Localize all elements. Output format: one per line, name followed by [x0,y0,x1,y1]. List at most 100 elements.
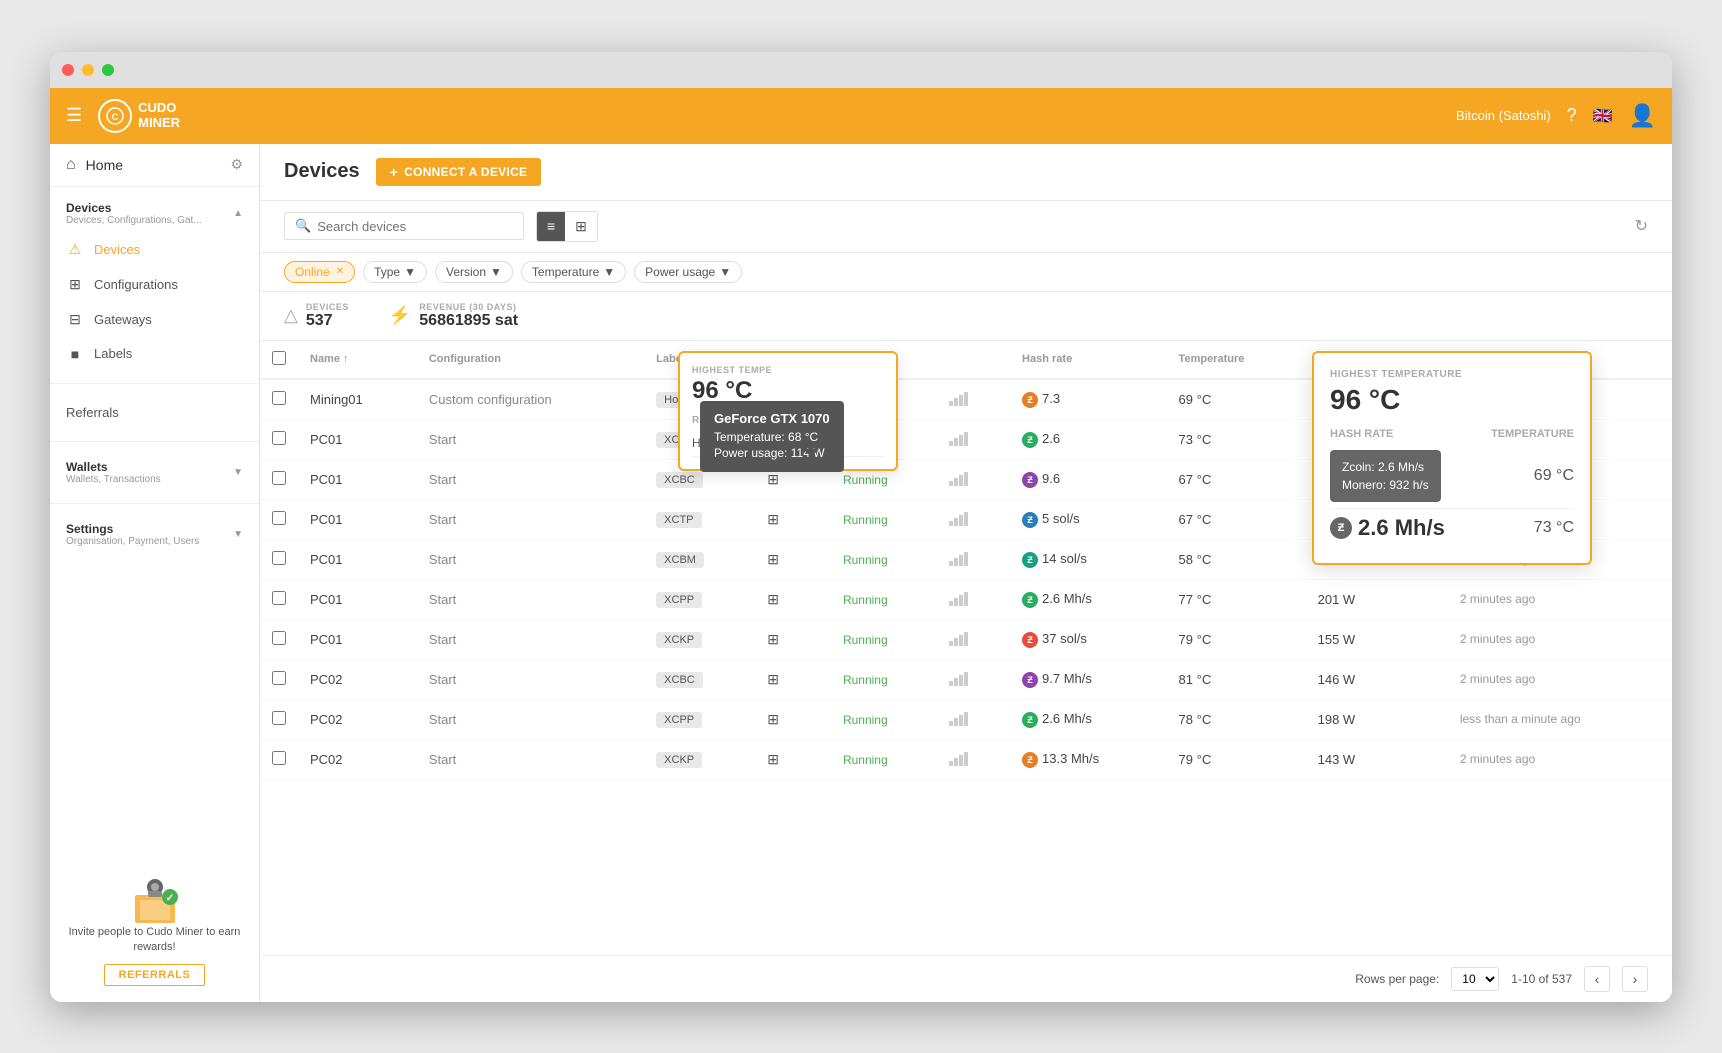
header-temp: Temperature [1167,341,1306,379]
cell-bars [937,499,1010,539]
filter-version[interactable]: Version ▼ [435,261,513,283]
cell-name: PC02 [298,699,417,739]
close-button[interactable] [62,64,74,76]
rows-per-page-label: Rows per page: [1355,972,1439,986]
page-title: Devices [284,160,360,183]
devices-stat-icon: △ [284,305,298,326]
content-area: Devices + CONNECT A DEVICE 🔍 ≡ ⊞ [260,144,1672,1002]
sidebar-item-labels[interactable]: ■ Labels [50,337,259,371]
popup-row2-hash: Ƶ 2.6 Mh/s [1330,515,1445,541]
section-subtitle-devices: Devices, Configurations, Gat... [66,215,202,226]
configurations-label: Configurations [94,277,178,292]
left-popup-col: RE [692,415,884,426]
collapse-icon[interactable]: ▲ [233,208,243,219]
toolbar: 🔍 ≡ ⊞ ↻ [260,201,1672,253]
wallets-collapse[interactable]: ▼ [233,467,243,478]
filter-type[interactable]: Type ▼ [363,261,427,283]
settings-icon[interactable]: ⚙ [230,156,243,173]
cell-name: PC01 [298,579,417,619]
select-all-checkbox[interactable] [272,351,286,365]
table-row[interactable]: PC02 Start XCBC ⊞ Running Ƶ9.7 Mh/s 81 °… [260,659,1672,699]
cell-bars [937,579,1010,619]
cell-config: Start [417,739,644,779]
filter-power[interactable]: Power usage ▼ [634,261,742,283]
sidebar-item-configurations[interactable]: ⊞ Configurations [50,267,259,302]
cell-lastseen: 2 minutes ago [1448,619,1672,659]
search-icon: 🔍 [295,218,311,234]
row-checkbox[interactable] [272,591,286,605]
row-checkbox[interactable] [272,431,286,445]
cell-power: 146 W [1306,659,1448,699]
help-icon[interactable]: ? [1567,105,1577,126]
user-icon[interactable]: 👤 [1629,103,1656,129]
cell-status: Running [831,659,937,699]
referrals-button[interactable]: REFERRALS [104,964,206,986]
row-checkbox[interactable] [272,751,286,765]
flag-icon[interactable]: 🇬🇧 [1593,106,1613,126]
filter-temperature[interactable]: Temperature ▼ [521,261,626,283]
type-filter-arrow: ▼ [404,265,416,279]
refresh-button[interactable]: ↻ [1635,216,1648,236]
connect-device-button[interactable]: + CONNECT A DEVICE [376,158,542,186]
main-layout: ⌂ Home ⚙ Devices Devices, Configurations… [50,144,1672,1002]
row-checkbox[interactable] [272,511,286,525]
logo-icon: C [98,99,132,133]
os-icon: ⊞ [767,511,779,527]
plus-icon: + [390,164,398,180]
sidebar-item-devices[interactable]: ⚠ Devices [50,232,259,267]
search-input[interactable] [317,219,513,234]
online-filter-close[interactable]: ✕ [336,266,344,277]
cell-label: XCKP [644,739,755,779]
row-checkbox[interactable] [272,671,286,685]
row-checkbox[interactable] [272,471,286,485]
cell-type: ⊞ [755,499,831,539]
os-icon: ⊞ [767,631,779,647]
version-filter-label: Version [446,265,486,279]
row-checkbox[interactable] [272,551,286,565]
app-body: ☰ C CUDOMINER Bitcoin (Satoshi) ? 🇬🇧 👤 [50,88,1672,1002]
cell-config: Start [417,699,644,739]
sidebar-home-item[interactable]: ⌂ Home ⚙ [50,144,259,187]
row-checkbox[interactable] [272,711,286,725]
popup-row2-hash-val: 2.6 Mh/s [1358,515,1445,541]
popup-row1: Zcoin: 2.6 Mh/s Monero: 932 h/s 69 °C [1330,444,1574,509]
cell-config: Start [417,539,644,579]
table-row[interactable]: PC02 Start XCKP ⊞ Running Ƶ13.3 Mh/s 79 … [260,739,1672,779]
rows-per-page-select[interactable]: 10 20 50 [1451,967,1499,991]
list-view-button[interactable]: ≡ [537,212,565,241]
cell-hash: Ƶ2.6 [1010,419,1167,459]
labels-label: Labels [94,346,132,361]
temp-filter-label: Temperature [532,265,599,279]
row-checkbox[interactable] [272,391,286,405]
next-page-button[interactable]: › [1622,966,1648,992]
cell-name: PC02 [298,739,417,779]
os-icon: ⊞ [767,751,779,767]
cell-temp: 67 °C [1167,499,1306,539]
settings-collapse[interactable]: ▼ [233,529,243,540]
os-icon: ⊞ [767,671,779,687]
devices-stat-info: DEVICES 537 [306,302,349,330]
cell-hash: Ƶ9.7 Mh/s [1010,659,1167,699]
titlebar [50,52,1672,88]
row-checkbox[interactable] [272,631,286,645]
table-row[interactable]: PC02 Start XCPP ⊞ Running Ƶ2.6 Mh/s 78 °… [260,699,1672,739]
tooltip-arrow [803,449,819,457]
grid-view-button[interactable]: ⊞ [565,212,597,241]
search-box[interactable]: 🔍 [284,212,524,240]
hamburger-icon[interactable]: ☰ [66,105,82,126]
sidebar-item-gateways[interactable]: ⊟ Gateways [50,302,259,337]
maximize-button[interactable] [102,64,114,76]
cell-status: Running [831,499,937,539]
sidebar-item-referrals[interactable]: Referrals [50,396,259,429]
prev-page-button[interactable]: ‹ [1584,966,1610,992]
minimize-button[interactable] [82,64,94,76]
cell-name: PC01 [298,539,417,579]
cell-bars [937,699,1010,739]
cell-type: ⊞ [755,659,831,699]
table-row[interactable]: PC01 Start XCPP ⊞ Running Ƶ2.6 Mh/s 77 °… [260,579,1672,619]
filter-online[interactable]: Online ✕ [284,261,355,283]
logo-area: C CUDOMINER [98,99,180,133]
table-row[interactable]: PC01 Start XCKP ⊞ Running Ƶ37 sol/s 79 °… [260,619,1672,659]
currency-label: Bitcoin (Satoshi) [1456,108,1551,123]
svg-text:✓: ✓ [165,893,173,904]
